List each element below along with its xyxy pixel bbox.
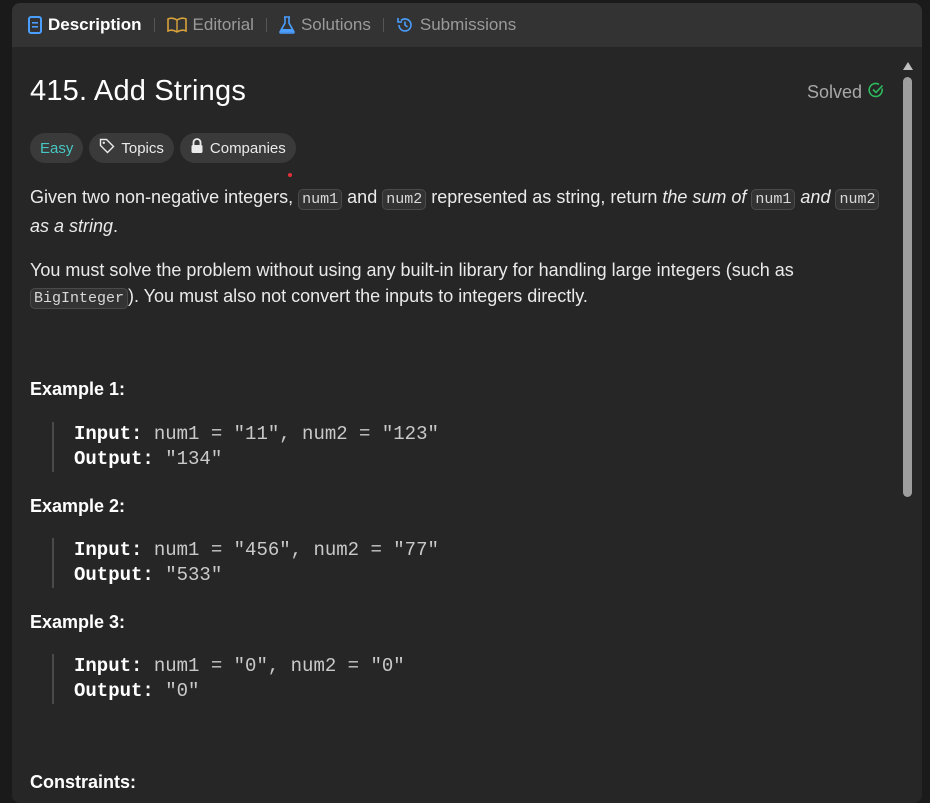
input-label: Input: [74, 539, 143, 561]
example-output: Output: "0" [74, 679, 405, 704]
text: and [342, 187, 383, 207]
inline-code: BigInteger [30, 288, 129, 309]
input-value: num1 = "456", num2 = "77" [142, 539, 439, 561]
lock-icon [190, 138, 204, 158]
tab-divider [265, 18, 267, 32]
description-paragraph-1: Given two non-negative integers, num1 an… [30, 184, 890, 239]
difficulty-badge[interactable]: Easy [30, 133, 84, 163]
book-icon [166, 17, 187, 33]
example-block: Input: num1 = "0", num2 = "0" Output: "0… [52, 654, 405, 704]
check-circle-icon [868, 82, 884, 103]
output-value: "0" [153, 680, 200, 702]
output-value: "134" [153, 448, 223, 470]
description-panel: Description Editorial Solutions Submissi… [12, 3, 922, 803]
tab-label: Submissions [419, 15, 517, 34]
companies-button[interactable]: Companies [179, 133, 296, 163]
inline-code: num2 [835, 189, 880, 210]
topics-button[interactable]: Topics [89, 133, 174, 163]
input-value: num1 = "11", num2 = "123" [142, 423, 439, 445]
example-input: Input: num1 = "11", num2 = "123" [74, 422, 439, 447]
example-output: Output: "134" [74, 447, 439, 472]
page-title[interactable]: 415. Add Strings [30, 75, 246, 108]
example-title: Example 3: [30, 612, 126, 632]
solved-status: Solved [807, 82, 884, 103]
emphasis-text: the sum of [662, 187, 752, 207]
output-label: Output: [74, 448, 154, 470]
history-icon [396, 16, 414, 34]
tab-label: Editorial [192, 15, 254, 34]
input-label: Input: [74, 423, 143, 445]
tab-description[interactable]: Description [28, 15, 142, 35]
emphasis-text: and [795, 187, 836, 207]
example-output: Output: "533" [74, 563, 439, 588]
title-row: 415. Add Strings Solved [30, 75, 890, 115]
scroll-up-arrow-icon[interactable] [903, 62, 913, 70]
tab-solutions[interactable]: Solutions [279, 15, 371, 35]
tab-divider [382, 18, 384, 32]
constraints-title: Constraints: [30, 772, 137, 792]
description-icon [28, 16, 42, 34]
text: represented as string, return [426, 187, 663, 207]
text: . [113, 216, 119, 236]
scrollbar-thumb[interactable] [903, 77, 912, 497]
topics-label: Topics [121, 139, 164, 157]
output-value: "533" [153, 564, 223, 586]
tag-row: Easy Topics Companies [30, 133, 296, 163]
example-block: Input: num1 = "456", num2 = "77" Output:… [52, 538, 439, 588]
example-input: Input: num1 = "456", num2 = "77" [74, 538, 439, 563]
difficulty-label: Easy [40, 139, 74, 157]
example-block: Input: num1 = "11", num2 = "123" Output:… [52, 422, 439, 472]
description-paragraph-2: You must solve the problem without using… [30, 257, 890, 312]
inline-code: num2 [382, 189, 427, 210]
example-title: Example 1: [30, 379, 126, 399]
notification-dot [288, 173, 292, 177]
inline-code: num1 [298, 189, 343, 210]
emphasis-text: as a string [30, 216, 114, 236]
companies-label: Companies [209, 139, 286, 157]
text: ). You must also not convert the inputs … [128, 286, 588, 306]
tag-icon [99, 138, 115, 158]
tab-label: Solutions [300, 15, 371, 34]
flask-icon [279, 16, 295, 34]
output-label: Output: [74, 680, 154, 702]
output-label: Output: [74, 564, 154, 586]
tab-label: Description [48, 15, 142, 34]
tab-submissions[interactable]: Submissions [396, 15, 516, 35]
text: Given two non-negative integers, [30, 187, 299, 207]
tab-divider [153, 18, 155, 32]
inline-code: num1 [751, 189, 796, 210]
text: You must solve the problem without using… [30, 260, 794, 280]
example-title: Example 2: [30, 496, 126, 516]
input-label: Input: [74, 655, 143, 677]
tab-bar: Description Editorial Solutions Submissi… [12, 3, 922, 47]
input-value: num1 = "0", num2 = "0" [142, 655, 405, 677]
example-input: Input: num1 = "0", num2 = "0" [74, 654, 405, 679]
vertical-scrollbar[interactable] [900, 57, 914, 797]
solved-label: Solved [806, 82, 862, 102]
tab-editorial[interactable]: Editorial [166, 15, 254, 35]
